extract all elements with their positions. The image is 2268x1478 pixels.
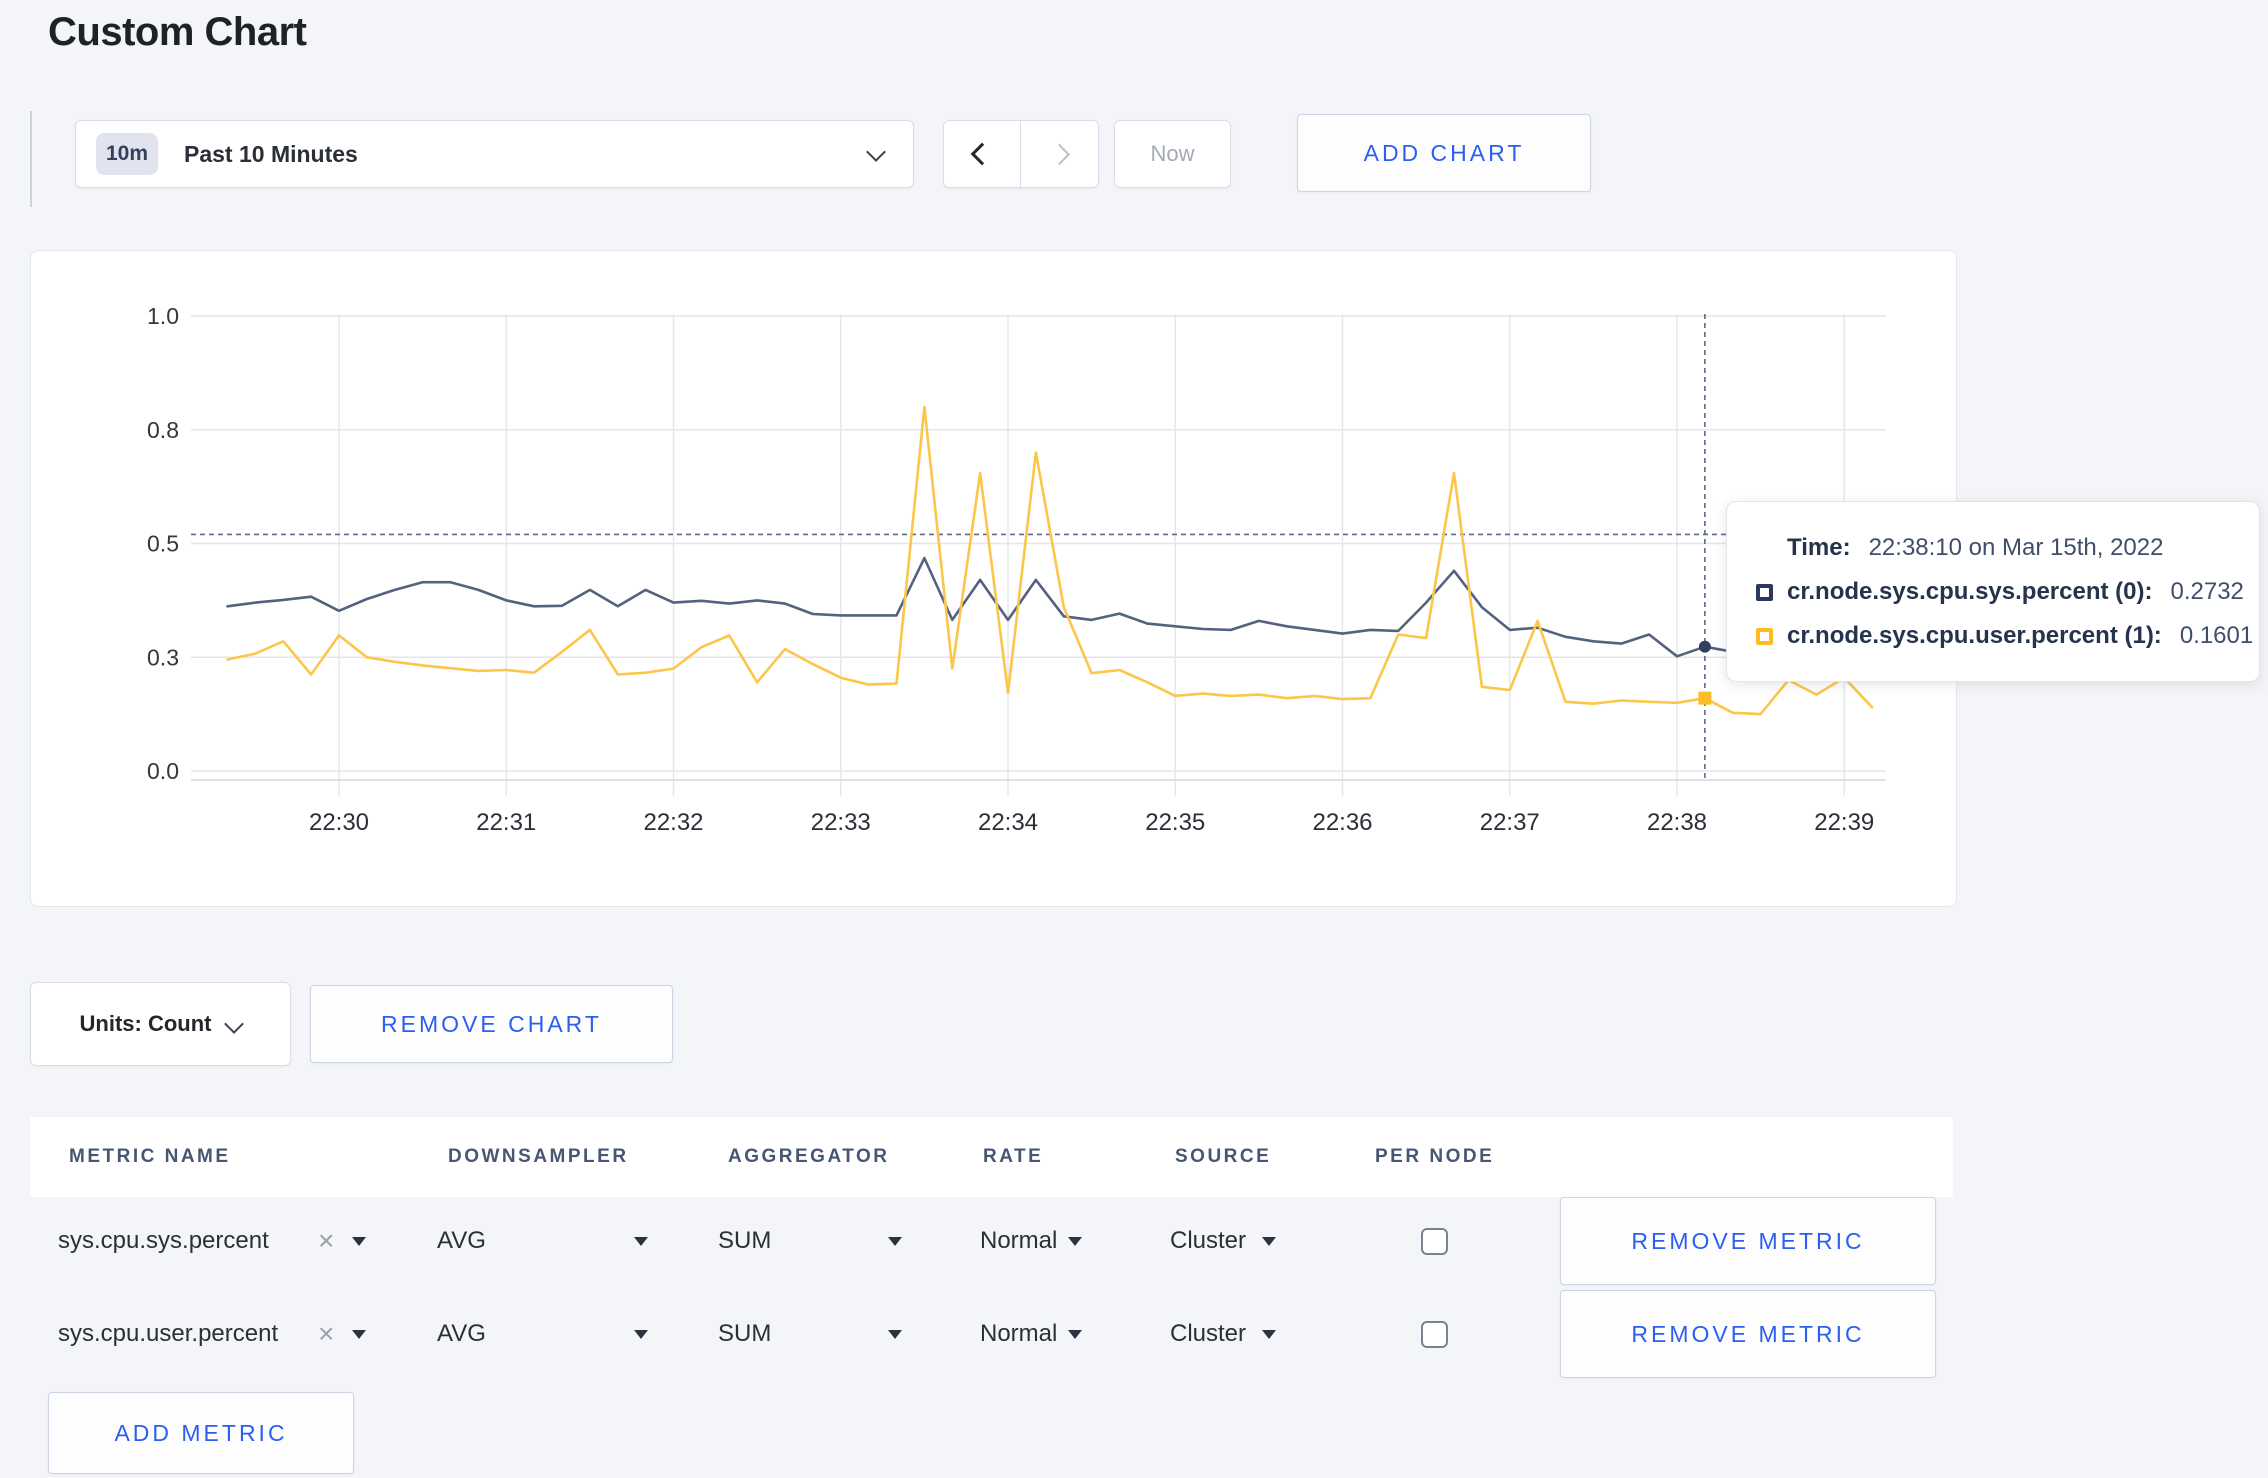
svg-text:22:34: 22:34: [978, 809, 1038, 836]
caret-down-icon: [634, 1236, 648, 1246]
add-metric-button[interactable]: ADD METRIC: [48, 1392, 354, 1474]
chevron-right-icon: [1048, 143, 1071, 165]
time-range-label: Past 10 Minutes: [184, 140, 358, 167]
remove-metric-button[interactable]: REMOVE METRIC: [1560, 1197, 1936, 1285]
svg-text:22:39: 22:39: [1814, 809, 1874, 836]
svg-text:0.5: 0.5: [147, 531, 179, 557]
page-title: Custom Chart: [48, 10, 307, 54]
svg-text:22:33: 22:33: [811, 809, 871, 836]
tooltip-series-name: cr.node.sys.cpu.sys.percent (0):: [1787, 578, 2153, 605]
metric-name-dropdown[interactable]: [352, 1197, 366, 1285]
metric-name-dropdown[interactable]: [352, 1290, 366, 1378]
aggregator-dropdown[interactable]: [888, 1290, 902, 1378]
column-header-per-node: PER NODE: [1375, 1146, 1495, 1167]
column-header-downsampler: DOWNSAMPLER: [448, 1146, 629, 1167]
caret-down-icon: [888, 1236, 902, 1246]
chevron-down-icon: [866, 142, 886, 162]
column-header-metric-name: METRIC NAME: [69, 1146, 231, 1167]
caret-down-icon: [352, 1236, 366, 1246]
tooltip-series-row: cr.node.sys.cpu.user.percent (1): 0.1601: [1756, 622, 2259, 650]
sys-series-swatch-icon: [1756, 583, 1773, 601]
close-icon[interactable]: ×: [318, 1290, 334, 1378]
rate-value[interactable]: Normal: [980, 1197, 1057, 1285]
now-button[interactable]: Now: [1114, 120, 1231, 188]
chevron-left-icon: [970, 142, 994, 166]
metric-row: sys.cpu.user.percent × AVG SUM Normal Cl…: [30, 1290, 1953, 1378]
caret-down-icon: [352, 1329, 366, 1339]
metric-row: sys.cpu.sys.percent × AVG SUM Normal Clu…: [30, 1197, 1953, 1285]
aggregator-dropdown[interactable]: [888, 1197, 902, 1285]
tooltip-time-label: Time:: [1787, 534, 1851, 561]
svg-text:22:31: 22:31: [476, 809, 536, 836]
tooltip-series-value: 0.1601: [2179, 622, 2254, 649]
time-range-dropdown[interactable]: 10m Past 10 Minutes: [75, 120, 914, 188]
downsampler-dropdown[interactable]: [634, 1290, 648, 1378]
rate-dropdown[interactable]: [1068, 1290, 1082, 1378]
chevron-down-icon: [224, 1014, 245, 1034]
svg-text:22:35: 22:35: [1145, 809, 1205, 836]
remove-metric-button[interactable]: REMOVE METRIC: [1560, 1290, 1936, 1378]
timeseries-chart[interactable]: 0.0 0.3 0.5 0.8 1.0 22:30 22:31 22:32 22:33 22:34…: [31, 251, 1956, 906]
units-dropdown[interactable]: Units: Count: [30, 982, 291, 1066]
chart-card: 0.0 0.3 0.5 0.8 1.0 22:30 22:31 22:32 22:33 22:34…: [30, 250, 1957, 907]
next-timeframe-button[interactable]: [1021, 121, 1098, 187]
rate-dropdown[interactable]: [1068, 1197, 1082, 1285]
close-icon[interactable]: ×: [318, 1197, 334, 1285]
rate-value[interactable]: Normal: [980, 1290, 1057, 1378]
caret-down-icon: [1068, 1329, 1082, 1339]
tooltip-time-row: Time: 22:38:10 on Mar 15th, 2022: [1787, 534, 2259, 562]
tooltip-time-value: 22:38:10 on Mar 15th, 2022: [1868, 534, 2164, 561]
source-dropdown[interactable]: [1262, 1197, 1276, 1285]
caret-down-icon: [888, 1329, 902, 1339]
user-series-swatch-icon: [1756, 627, 1773, 645]
caret-down-icon: [1068, 1236, 1082, 1246]
caret-down-icon: [1262, 1236, 1276, 1246]
metric-name-value[interactable]: sys.cpu.sys.percent: [58, 1197, 269, 1285]
source-value[interactable]: Cluster: [1170, 1197, 1246, 1285]
column-header-rate: RATE: [983, 1146, 1044, 1167]
svg-text:0.8: 0.8: [147, 417, 179, 443]
tooltip-series-value: 0.2732: [2170, 578, 2244, 605]
svg-text:1.0: 1.0: [147, 303, 179, 329]
caret-down-icon: [1262, 1329, 1276, 1339]
svg-text:22:32: 22:32: [643, 809, 703, 836]
svg-text:0.0: 0.0: [147, 758, 179, 784]
source-dropdown[interactable]: [1262, 1290, 1276, 1378]
metrics-table-header: METRIC NAME DOWNSAMPLER AGGREGATOR RATE …: [30, 1117, 1953, 1197]
units-label: Units: Count: [79, 1011, 212, 1036]
time-step-buttons: [943, 120, 1099, 188]
per-node-checkbox[interactable]: [1421, 1228, 1448, 1255]
aggregator-value[interactable]: SUM: [718, 1290, 771, 1378]
toolbar-divider: [30, 111, 32, 207]
tooltip-series-name: cr.node.sys.cpu.user.percent (1):: [1787, 622, 2162, 649]
tooltip-series-row: cr.node.sys.cpu.sys.percent (0): 0.2732: [1756, 578, 2259, 606]
svg-text:22:36: 22:36: [1312, 809, 1372, 836]
downsampler-value[interactable]: AVG: [437, 1290, 486, 1378]
svg-text:0.3: 0.3: [147, 644, 179, 670]
svg-text:22:38: 22:38: [1647, 809, 1707, 836]
per-node-checkbox[interactable]: [1421, 1321, 1448, 1348]
add-chart-button[interactable]: ADD CHART: [1297, 114, 1591, 192]
metric-name-value[interactable]: sys.cpu.user.percent: [58, 1290, 278, 1378]
column-header-aggregator: AGGREGATOR: [728, 1146, 890, 1167]
previous-timeframe-button[interactable]: [944, 121, 1021, 187]
source-value[interactable]: Cluster: [1170, 1290, 1246, 1378]
caret-down-icon: [634, 1329, 648, 1339]
remove-chart-button[interactable]: REMOVE CHART: [310, 985, 673, 1063]
custom-chart-page: { "page": { "title": "Custom Chart", "ba…: [0, 0, 2268, 1478]
svg-text:22:30: 22:30: [309, 809, 369, 836]
chart-tooltip: Time: 22:38:10 on Mar 15th, 2022 cr.node…: [1726, 501, 2260, 682]
time-window-badge: 10m: [96, 133, 158, 175]
aggregator-value[interactable]: SUM: [718, 1197, 771, 1285]
column-header-source: SOURCE: [1175, 1146, 1272, 1167]
downsampler-dropdown[interactable]: [634, 1197, 648, 1285]
svg-text:22:37: 22:37: [1480, 809, 1540, 836]
downsampler-value[interactable]: AVG: [437, 1197, 486, 1285]
